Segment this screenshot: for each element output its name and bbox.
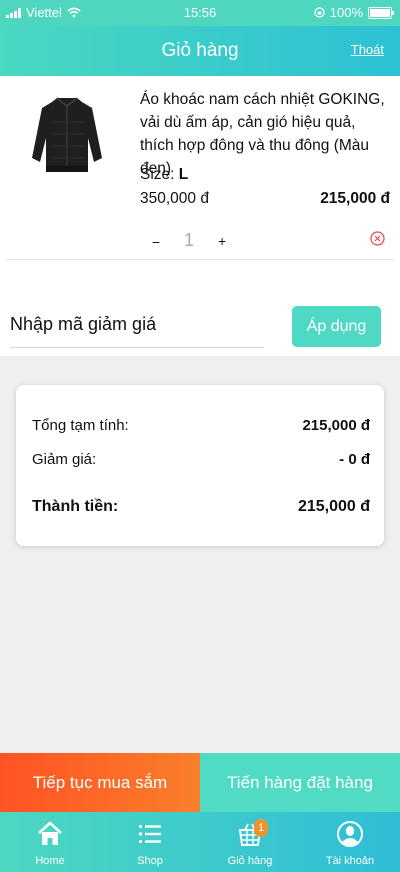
voucher-input[interactable]: Nhập mã giảm giá	[10, 302, 264, 348]
place-order-button[interactable]: Tiến hàng đặt hàng	[200, 753, 400, 812]
battery-icon	[368, 6, 394, 19]
cart-count-badge: 1	[254, 819, 268, 837]
tab-cart[interactable]: Giỏ hàng	[200, 812, 300, 872]
quantity-increase-button[interactable]: +	[218, 233, 226, 249]
subtotal-label: Tổng tạm tính:	[32, 417, 129, 434]
page-title: Giỏ hàng	[161, 40, 239, 61]
quantity-decrease-button[interactable]: −	[152, 234, 160, 250]
status-bar: Viettel 15:56 100%	[0, 0, 400, 26]
discount-label: Giảm giá:	[32, 451, 97, 468]
tab-bar: Home Shop Giỏ hàng 1 Tài khoản	[0, 812, 400, 872]
tab-shop[interactable]: Shop	[100, 812, 200, 872]
header: Giỏ hàng Thoát	[0, 26, 400, 76]
orientation-lock-icon	[314, 7, 325, 18]
unit-price: 350,000 đ	[140, 190, 209, 207]
tab-shop-label: Shop	[137, 855, 163, 867]
remove-item-icon[interactable]	[370, 231, 385, 246]
user-icon	[337, 821, 363, 847]
tab-home-label: Home	[35, 855, 65, 867]
total-label: Thành tiền:	[32, 498, 119, 515]
home-icon	[38, 821, 62, 845]
tab-account-label: Tài khoản	[325, 855, 375, 867]
size-label: Size:	[140, 166, 175, 183]
discount-value: - 0 đ	[339, 451, 370, 468]
tab-account[interactable]: Tài khoản	[300, 812, 400, 872]
battery-percent: 100%	[329, 5, 363, 20]
size-value: L	[178, 166, 189, 183]
apply-voucher-button[interactable]: Áp dụng	[292, 306, 381, 347]
product-image[interactable]	[30, 92, 104, 174]
total-value: 215,000 đ	[297, 498, 370, 515]
item-divider	[6, 259, 394, 260]
status-right: 100%	[314, 5, 394, 20]
tab-home[interactable]: Home	[0, 812, 100, 872]
product-size: Size: L	[140, 166, 188, 184]
line-total: 215,000 đ	[320, 190, 390, 207]
subtotal-value: 215,000 đ	[302, 417, 370, 434]
list-icon	[139, 825, 161, 843]
tab-cart-label: Giỏ hàng	[227, 855, 273, 867]
continue-shopping-button[interactable]: Tiếp tục mua sắm	[0, 753, 200, 812]
quantity-value[interactable]: 1	[184, 230, 194, 251]
logout-link[interactable]: Thoát	[351, 42, 384, 57]
cart-panel: Áo khoác nam cách nhiệt GOKING, vải dù ấ…	[0, 76, 400, 356]
order-summary-card: Tổng tạm tính: 215,000 đ Giảm giá: - 0 đ…	[16, 385, 384, 546]
